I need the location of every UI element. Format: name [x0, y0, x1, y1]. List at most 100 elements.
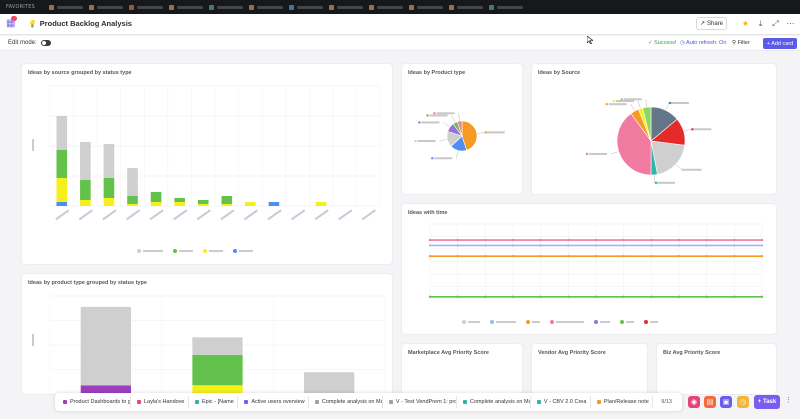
- card-ideas-by-product-status[interactable]: Ideas by product type grouped by status …: [22, 274, 392, 394]
- record-icon[interactable]: ◉: [688, 396, 700, 408]
- legend-item-purple: [594, 320, 610, 324]
- favorite-label-placeholder: [336, 5, 363, 9]
- series-point: [677, 254, 681, 258]
- tab-tray: Product Dashboards to g Layla's Handove Ep…: [55, 393, 682, 411]
- favorite-label-placeholder: [96, 5, 123, 9]
- favorite-item[interactable]: [288, 4, 323, 10]
- favorite-item[interactable]: [88, 4, 123, 10]
- tray-tab[interactable]: V - CBV 2.0 Crea: [533, 396, 591, 408]
- download-icon[interactable]: ⤓: [755, 18, 766, 29]
- series-point: [539, 244, 542, 247]
- legend-item-orange: [526, 320, 540, 324]
- card-ideas-by-source[interactable]: Ideas by Source: [532, 64, 776, 194]
- favorite-item[interactable]: [368, 4, 403, 10]
- favorite-icon: [48, 4, 54, 10]
- series-point: [456, 244, 459, 247]
- favorite-item[interactable]: [48, 4, 83, 10]
- pie-label-swatch: [654, 181, 658, 185]
- favorite-item[interactable]: [128, 4, 163, 10]
- bar-segment: [221, 196, 233, 204]
- card-vendor-priority[interactable]: Vendor Avg Priority Score: [532, 344, 647, 394]
- tray-tab[interactable]: Product Dashboards to g: [59, 396, 131, 408]
- reminder-icon[interactable]: ◷: [737, 396, 749, 408]
- edit-mode-toggle[interactable]: [41, 40, 51, 46]
- pie-leader-line: [476, 132, 485, 134]
- bar-segment: [80, 142, 91, 180]
- series-point: [622, 238, 625, 242]
- tray-tab-label: Active users overview: [251, 399, 305, 405]
- pie-label-placeholder: [434, 157, 453, 160]
- x-tick-label-placeholder: [173, 209, 188, 221]
- series-point: [484, 244, 487, 247]
- card-ideas-by-source-status[interactable]: Ideas by source grouped by status type: [22, 64, 392, 264]
- tray-tab-icon: [536, 400, 541, 404]
- tray-more-icon[interactable]: ⋮: [785, 396, 792, 404]
- favorite-icon: [88, 4, 94, 10]
- series-point: [484, 295, 487, 299]
- series-point: [594, 295, 598, 299]
- favorite-item[interactable]: [248, 4, 283, 10]
- series-point: [456, 238, 459, 242]
- tray-tab[interactable]: Complete analysis on Ma: [459, 396, 531, 408]
- tray-tab[interactable]: Plan/Release note: [593, 396, 654, 408]
- x-tick-label-placeholder: [220, 209, 235, 221]
- series-point: [511, 238, 515, 242]
- pie-label-swatch: [426, 114, 429, 117]
- tray-tab-label: Product Dashboards to g: [70, 399, 131, 405]
- bar-segment: [56, 116, 68, 150]
- lightbulb-icon: 💡: [28, 20, 37, 28]
- bar-segment: [221, 204, 233, 206]
- pie-label-swatch: [431, 157, 434, 160]
- favorite-item[interactable]: [448, 4, 483, 10]
- filter-button[interactable]: ⚲ Filter: [732, 40, 750, 46]
- share-button[interactable]: ↗ Share: [696, 17, 727, 30]
- series-point: [705, 254, 708, 258]
- card-ideas-with-time[interactable]: Ideas with time: [402, 204, 776, 334]
- series-point: [428, 238, 432, 242]
- pie-leader-line: [439, 139, 448, 142]
- fullscreen-icon[interactable]: ⤢: [770, 18, 781, 29]
- pie-leader-line: [637, 100, 641, 109]
- favorite-item[interactable]: [408, 4, 443, 10]
- dashboard-toolbar: Edit mode: ✓ Success! ◷ Auto refresh: On…: [0, 36, 800, 51]
- favorite-item[interactable]: [328, 4, 363, 10]
- add-task-button[interactable]: + Task: [754, 395, 780, 409]
- pie-leader-line: [610, 151, 619, 155]
- card-biz-priority[interactable]: Biz Avg Priority Score: [657, 344, 776, 394]
- bar-segment: [103, 144, 115, 178]
- series-point: [511, 295, 515, 299]
- tray-tab[interactable]: Active users overview: [240, 396, 309, 408]
- favorite-item[interactable]: [168, 4, 203, 10]
- series-point: [622, 295, 625, 299]
- card-marketplace-priority[interactable]: Marketplace Avg Priority Score: [402, 344, 522, 394]
- series-point: [539, 295, 542, 299]
- pie-chart: [414, 112, 505, 160]
- pie-label-swatch: [620, 98, 623, 101]
- tray-tab[interactable]: Complete analysis on Ma: [311, 396, 383, 408]
- auto-refresh-button[interactable]: ◷ Auto refresh: On: [680, 40, 726, 46]
- tray-tab[interactable]: V - Test VendPrem 1: pro: [385, 396, 457, 408]
- add-card-button[interactable]: + Add card: [763, 38, 797, 49]
- pie-chart: [585, 98, 712, 185]
- pie-leader-line: [456, 150, 459, 159]
- more-options-icon[interactable]: ⋯: [785, 18, 796, 29]
- series-point: [511, 254, 515, 258]
- page-title[interactable]: 💡 Product Backlog Analysis: [28, 19, 132, 28]
- docs-icon[interactable]: ▤: [704, 396, 716, 408]
- pie-leader-line: [443, 122, 451, 128]
- star-icon[interactable]: ★: [740, 18, 751, 29]
- bar-segment: [103, 178, 115, 198]
- tray-tab-label: V - Test VendPrem 1: pro: [395, 399, 457, 405]
- clipboard-icon[interactable]: ▣: [720, 396, 732, 408]
- auto-refresh-label: Auto refresh: On: [686, 40, 727, 46]
- series-point: [760, 238, 764, 242]
- card-ideas-by-product-type[interactable]: Ideas by Product type: [402, 64, 522, 194]
- tray-tab-label: Layla's Handove: [144, 399, 185, 405]
- favorite-item[interactable]: [208, 4, 243, 10]
- tray-tab[interactable]: Layla's Handove: [133, 396, 189, 408]
- tray-tab[interactable]: Epic - [Name: [191, 396, 239, 408]
- pie-label-swatch: [585, 152, 589, 156]
- tray-tab-label: Complete analysis on Ma: [469, 399, 531, 405]
- favorite-item[interactable]: [488, 4, 523, 10]
- series-point: [650, 244, 653, 247]
